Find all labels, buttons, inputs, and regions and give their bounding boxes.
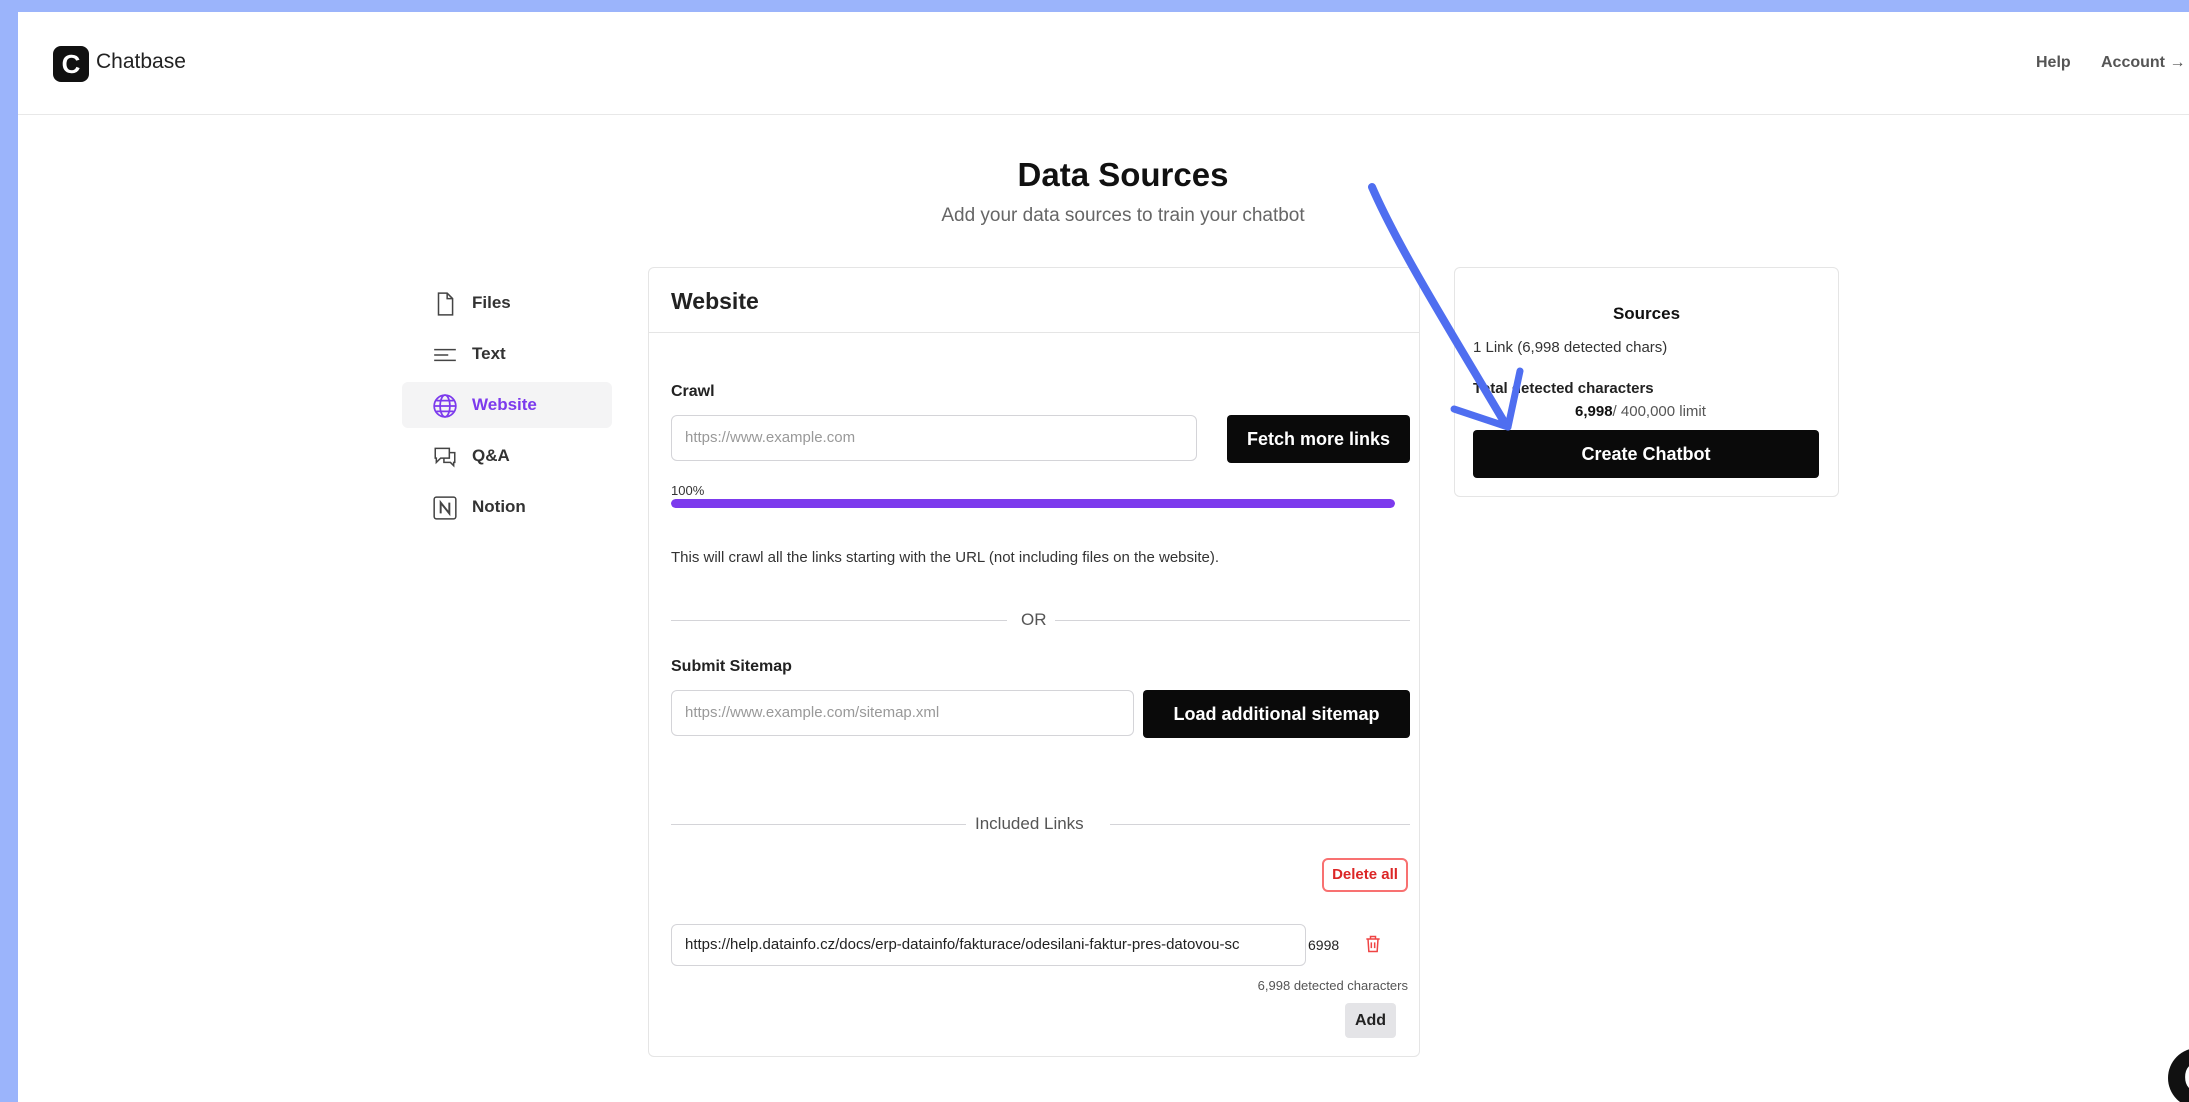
account-link[interactable]: Account → — [2101, 54, 2185, 72]
divider-left — [671, 620, 1007, 621]
included-link-url-field[interactable]: https://help.datainfo.cz/docs/erp-datain… — [671, 924, 1306, 966]
divider-right — [1055, 620, 1410, 621]
sidebar-item-label: Q&A — [472, 446, 510, 465]
or-divider-text: OR — [1021, 610, 1047, 629]
sidebar-item-files[interactable]: Files — [402, 280, 612, 326]
delete-all-button[interactable]: Delete all — [1322, 858, 1408, 892]
annotation-arrow-icon — [1368, 183, 1524, 431]
crawl-url-input[interactable]: https://www.example.com — [671, 415, 1197, 461]
sitemap-url-input[interactable]: https://www.example.com/sitemap.xml — [671, 690, 1134, 736]
card-header: Website — [649, 268, 1419, 333]
chat-bubbles-icon — [434, 447, 456, 468]
sidebar-item-label: Website — [472, 395, 537, 414]
globe-icon — [433, 394, 457, 418]
total-characters-count: 6,998/ 400,000 limit — [1575, 403, 1706, 420]
progress-label: 100% — [671, 483, 705, 498]
add-link-button[interactable]: Add — [1345, 1003, 1396, 1038]
app-window: C Chatbase Help Account → Data Sources A… — [18, 12, 2189, 1102]
divider-left — [671, 824, 966, 825]
sidebar-item-qa[interactable]: Q&A — [402, 433, 612, 479]
website-card: Website Crawl https://www.example.com Fe… — [648, 267, 1420, 1057]
notion-icon — [433, 496, 457, 520]
crawl-progress-fill — [671, 499, 1395, 508]
data-source-sidebar: Files Text Website Q&A Notion — [402, 280, 632, 535]
card-title: Website — [671, 288, 759, 314]
total-limit-text: / 400,000 limit — [1612, 403, 1706, 420]
brand-name[interactable]: Chatbase — [96, 50, 186, 74]
divider-right — [1110, 824, 1410, 825]
sidebar-item-text[interactable]: Text — [402, 331, 612, 377]
file-icon — [437, 292, 454, 316]
help-link[interactable]: Help — [2036, 54, 2071, 72]
sidebar-item-label: Text — [472, 344, 506, 363]
chat-widget-button[interactable]: C — [2168, 1048, 2189, 1102]
sidebar-item-notion[interactable]: Notion — [402, 484, 612, 530]
sitemap-label: Submit Sitemap — [671, 658, 792, 675]
detected-characters-text: 6,998 detected characters — [1257, 978, 1408, 993]
chatbase-logo-icon[interactable]: C — [53, 46, 89, 82]
sidebar-item-label: Files — [472, 293, 511, 312]
crawl-label: Crawl — [671, 383, 715, 400]
sidebar-item-label: Notion — [472, 497, 526, 516]
load-additional-sitemap-button[interactable]: Load additional sitemap — [1143, 690, 1410, 738]
text-lines-icon — [434, 348, 456, 362]
crawl-progress-bar — [671, 499, 1395, 508]
page-title: Data Sources — [1017, 156, 1229, 193]
page-subtitle: Add your data sources to train your chat… — [941, 205, 1305, 226]
included-links-heading: Included Links — [975, 814, 1084, 833]
trash-icon[interactable] — [1363, 933, 1383, 955]
total-count-value: 6,998 — [1575, 403, 1613, 420]
link-char-count: 6998 — [1308, 937, 1340, 953]
top-header: C Chatbase Help Account → — [18, 12, 2189, 115]
crawl-note: This will crawl all the links starting w… — [671, 549, 1220, 566]
sidebar-item-website[interactable]: Website — [402, 382, 612, 428]
